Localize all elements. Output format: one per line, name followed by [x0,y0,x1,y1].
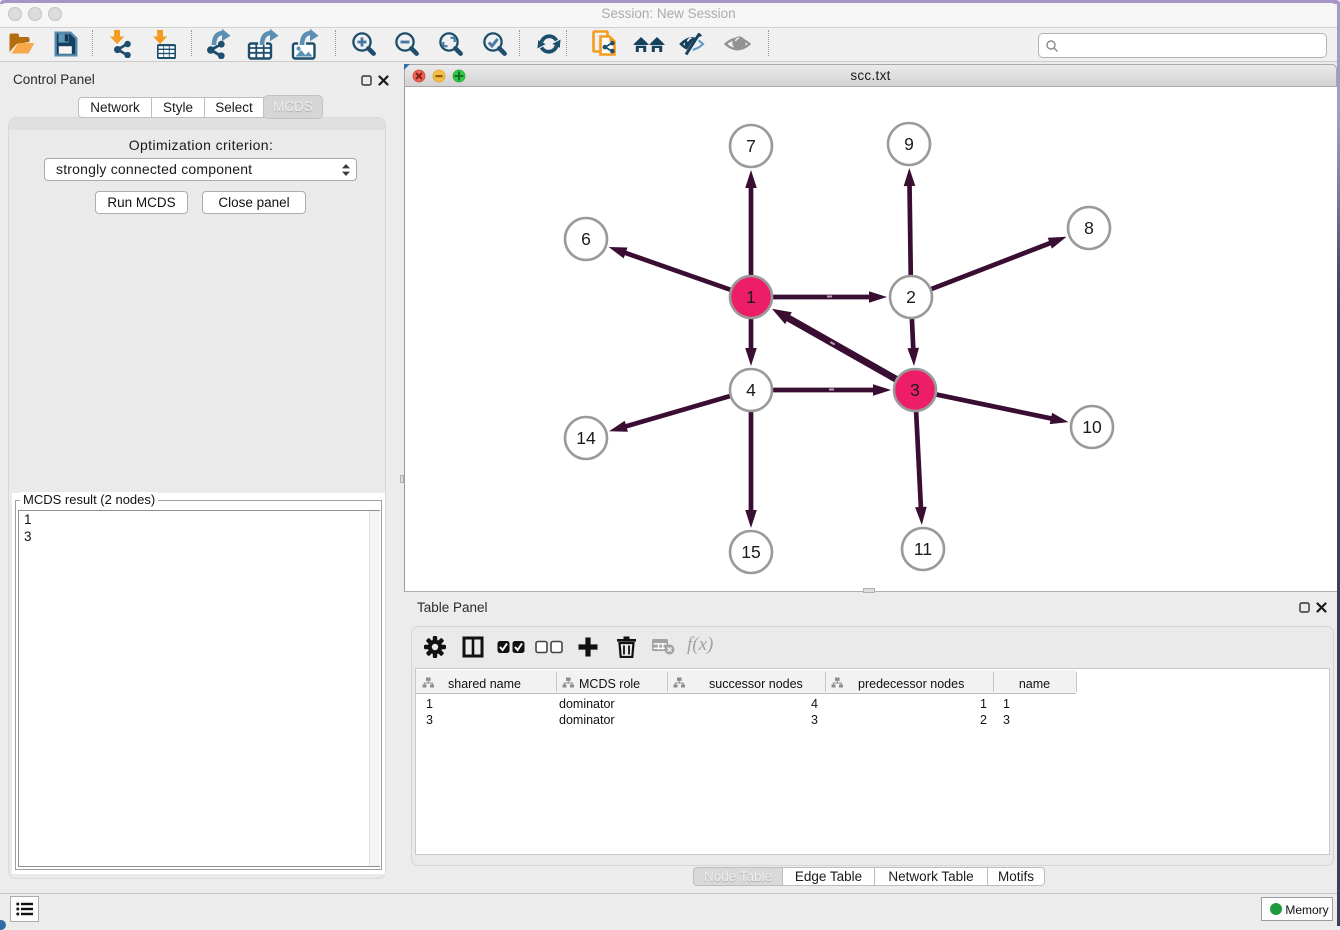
svg-text:1: 1 [746,287,756,307]
svg-text:3: 3 [910,380,920,400]
svg-text:10: 10 [1082,417,1102,437]
svg-text:11: 11 [914,539,932,559]
svg-text:7: 7 [746,136,756,156]
svg-text:4: 4 [746,380,756,400]
svg-text:9: 9 [904,134,914,154]
svg-text:6: 6 [581,229,591,249]
svg-text:2: 2 [906,287,916,307]
svg-text:8: 8 [1084,218,1094,238]
svg-text:15: 15 [741,542,760,562]
svg-text:14: 14 [576,428,596,448]
